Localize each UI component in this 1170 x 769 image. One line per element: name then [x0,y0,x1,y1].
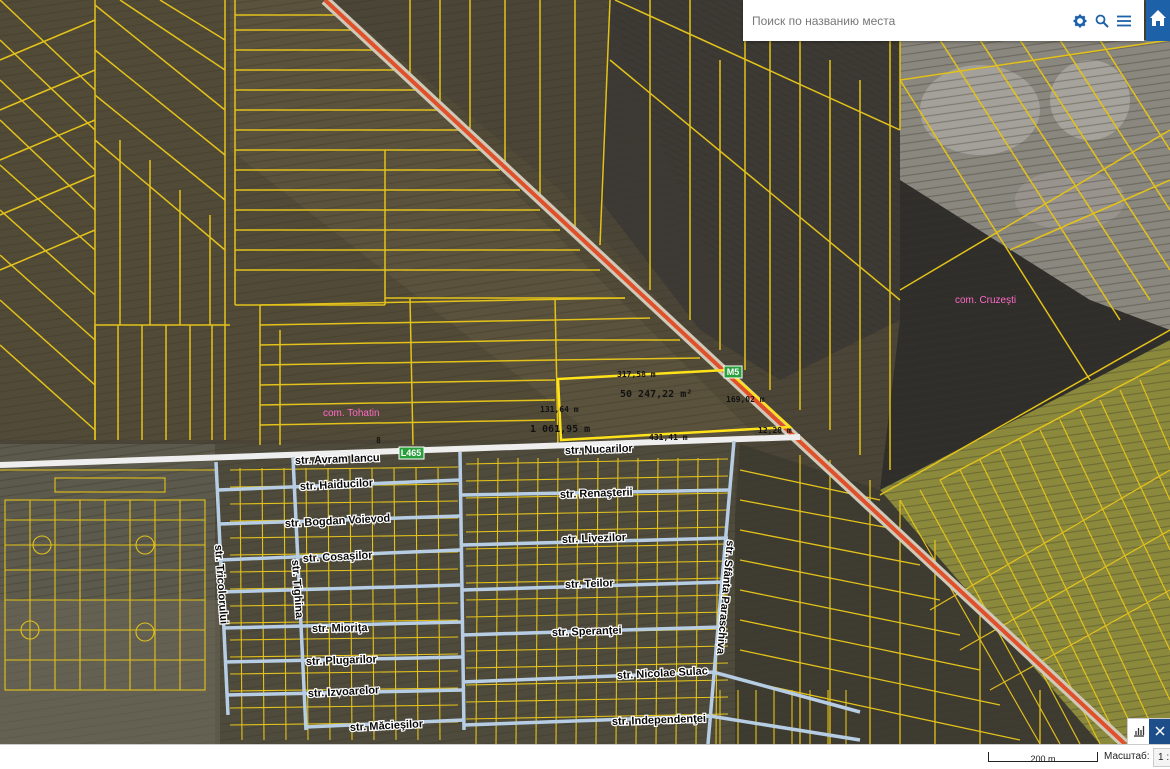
map-tools [1127,718,1170,746]
commune-label-tohatin: com. Tohatin [323,408,380,419]
chart-button[interactable] [1128,719,1149,745]
search-bar [743,0,1144,41]
scale-bar: 200 m [988,752,1098,764]
street-label: str. Renaşterii [560,486,633,501]
parcel-marker: 8 [376,436,381,445]
street-label: str. Plugarilor [306,654,378,668]
chart-icon [1133,725,1145,740]
measure-bottom: 431,41 m [649,433,688,442]
menu-icon[interactable] [1113,10,1135,32]
scale-label: Масштаб: [1104,751,1150,762]
home-button[interactable] [1146,0,1170,41]
measure-corner: 12,28 m [758,426,792,435]
scale-ratio-input[interactable]: 1 : [1153,748,1170,767]
street-label: str. Teilor [565,577,615,591]
measure-area: 50 247,22 m² [620,389,692,400]
close-icon [1154,725,1165,739]
measure-right: 169,02 m [726,395,765,404]
measure-left: 131,64 m [540,405,579,414]
home-icon [1149,9,1167,32]
commune-label-cruzesti: com. Cruzeşti [955,295,1016,306]
status-bar: 200 m Масштаб: 1 : [0,744,1170,769]
map-canvas[interactable]: M5 L465 317,58 m 50 247,22 m² 169,02 m 1… [0,0,1170,744]
road-label-m5: M5 [727,367,740,377]
gear-icon[interactable] [1069,10,1091,32]
measure-perimeter: 1 061,95 m [530,424,590,435]
close-button[interactable] [1149,719,1170,745]
street-label: str. Nucarilor [565,443,634,457]
search-icon[interactable] [1091,10,1113,32]
street-label: str. Livezilor [562,532,627,546]
measure-top: 317,58 m [617,370,656,379]
road-label-l465: L465 [401,448,422,458]
scale-distance: 200 m [1030,754,1056,764]
street-label: str. Speranţei [552,625,622,639]
search-input[interactable] [750,12,1069,29]
street-label: str. Mioriţa [312,622,369,635]
